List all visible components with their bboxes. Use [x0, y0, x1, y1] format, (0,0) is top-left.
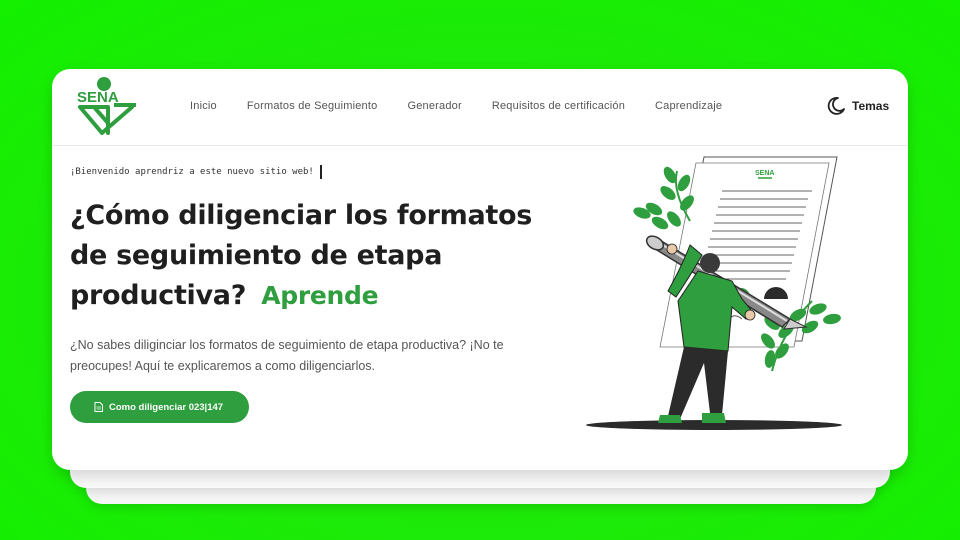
- document-icon: [94, 402, 103, 412]
- svg-text:SENA: SENA: [77, 89, 119, 106]
- navbar: SENA Inicio Formatos de Seguimiento Gene…: [52, 69, 908, 146]
- nav-item-formatos[interactable]: Formatos de Seguimiento: [247, 100, 378, 112]
- nav-item-inicio[interactable]: Inicio: [190, 100, 217, 112]
- hero-description: ¿No sabes diliginciar los formatos de se…: [70, 338, 504, 373]
- themes-label: Temas: [852, 99, 890, 113]
- cta-label: Como diligenciar 023|147: [109, 401, 224, 413]
- sena-logo[interactable]: SENA: [74, 75, 140, 139]
- text-cursor: [319, 165, 322, 179]
- nav-item-requisitos[interactable]: Requisitos de certificación: [492, 100, 625, 112]
- themes-toggle[interactable]: Temas: [826, 96, 889, 116]
- svg-text:SENA: SENA: [755, 170, 774, 177]
- page-title: ¿Cómo diligenciar los formatos de seguim…: [70, 196, 570, 316]
- moon-icon: [827, 97, 845, 115]
- cta-button[interactable]: Como diligenciar 023|147: [70, 391, 250, 423]
- welcome-typewriter: ¡Bienvenido aprendriz a este nuevo sitio…: [70, 165, 322, 179]
- hero-illustration: SENA: [586, 156, 842, 430]
- nav-item-caprendizaje[interactable]: Caprendizaje: [655, 100, 722, 112]
- main-card: SENA Inicio Formatos de Seguimiento Gene…: [52, 69, 908, 470]
- main-menu: Inicio Formatos de Seguimiento Generador…: [190, 100, 752, 112]
- welcome-text: ¡Bienvenido aprendriz a este nuevo sitio…: [70, 167, 314, 177]
- nav-item-generador[interactable]: Generador: [407, 100, 461, 112]
- headline-accent: Aprende: [261, 281, 379, 310]
